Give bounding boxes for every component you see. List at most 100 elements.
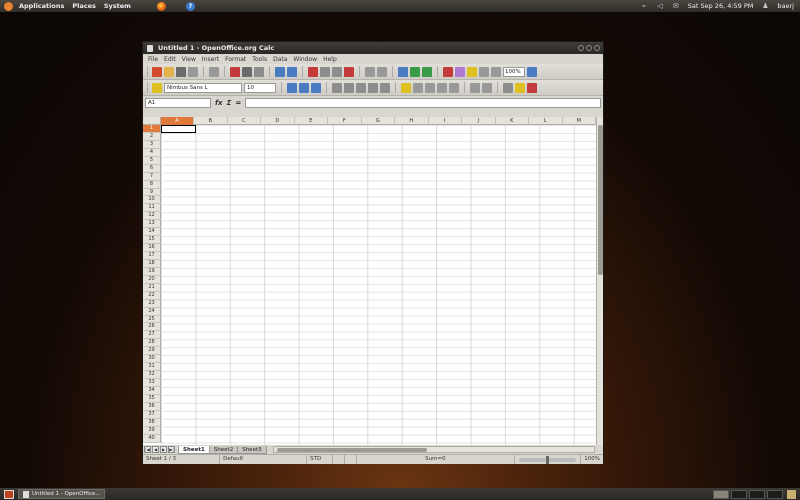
undo-icon[interactable] [365,66,375,77]
menu-file[interactable]: File [145,56,161,63]
row-header-5[interactable]: 5 [143,156,161,165]
row-header-1[interactable]: 1 [143,125,161,133]
last-sheet-button[interactable]: ▶| [168,446,175,453]
minimize-button[interactable] [578,45,584,51]
toolbar-grip[interactable] [147,82,150,93]
align-left-icon[interactable] [332,82,342,93]
system-menu[interactable]: System [100,2,135,10]
row-header-4[interactable]: 4 [143,148,161,157]
menu-insert[interactable]: Insert [199,56,222,63]
vertical-scroll-thumb[interactable] [598,125,603,275]
column-header-i[interactable]: I [429,117,463,125]
sheet-tab-1[interactable]: Sheet1 [178,445,210,454]
column-header-b[interactable]: B [194,117,228,125]
column-header-l[interactable]: L [529,117,563,125]
delete-decimal-icon[interactable] [449,82,459,93]
styles-formatting-icon[interactable] [152,82,162,93]
row-header-2[interactable]: 2 [143,132,161,141]
column-header-j[interactable]: J [462,117,496,125]
workspace-2[interactable] [731,489,747,499]
next-sheet-button[interactable]: ▶ [160,446,167,453]
insert-image-icon[interactable] [455,66,465,77]
standard-format-icon[interactable] [425,82,435,93]
workspace-4[interactable] [767,489,783,499]
sort-descending-icon[interactable] [422,66,432,77]
cell-area[interactable] [161,125,596,445]
row-header-38[interactable]: 38 [143,418,161,427]
menu-format[interactable]: Format [222,56,249,63]
help-icon[interactable]: ? [185,1,195,11]
help-button-icon[interactable] [527,66,537,77]
formula-input[interactable] [245,98,601,108]
insert-chart-icon[interactable] [443,66,453,77]
row-header-28[interactable]: 28 [143,339,161,348]
row-header-3[interactable]: 3 [143,140,161,149]
row-header-34[interactable]: 34 [143,386,161,395]
clone-formatting-icon[interactable] [344,66,354,77]
show-desktop-icon[interactable] [4,489,14,499]
row-header-37[interactable]: 37 [143,410,161,419]
row-header-8[interactable]: 8 [143,180,161,189]
menu-data[interactable]: Data [270,56,290,63]
show-draw-functions-icon[interactable] [467,66,477,77]
menu-window[interactable]: Window [290,56,320,63]
row-header-20[interactable]: 20 [143,275,161,284]
row-header-30[interactable]: 30 [143,355,161,364]
font-color-icon[interactable] [527,82,537,93]
ubuntu-logo-icon[interactable] [4,1,13,11]
row-header-17[interactable]: 17 [143,252,161,260]
autospellcheck-icon[interactable] [287,66,297,77]
row-header-29[interactable]: 29 [143,347,161,356]
row-header-26[interactable]: 26 [143,323,161,332]
row-header-14[interactable]: 14 [143,228,161,237]
row-header-36[interactable]: 36 [143,402,161,411]
row-header-13[interactable]: 13 [143,220,161,229]
edit-file-icon[interactable] [209,66,219,77]
column-header-f[interactable]: F [328,117,362,125]
row-header-39[interactable]: 39 [143,426,161,435]
row-header-33[interactable]: 33 [143,379,161,387]
zoom-select[interactable]: 100% [503,66,525,77]
row-header-7[interactable]: 7 [143,172,161,181]
sum-button[interactable]: Σ [227,99,232,107]
row-header-35[interactable]: 35 [143,394,161,403]
row-header-11[interactable]: 11 [143,204,161,213]
status-mode[interactable]: STD [307,455,333,464]
page-preview-icon[interactable] [254,66,264,77]
row-header-15[interactable]: 15 [143,236,161,245]
maximize-button[interactable] [586,45,592,51]
merge-cells-icon[interactable] [380,82,390,93]
row-header-32[interactable]: 32 [143,371,161,379]
row-header-9[interactable]: 9 [143,188,161,197]
sheet-tab-2[interactable]: Sheet2 [208,445,239,454]
paste-icon[interactable] [332,66,342,77]
workspace-3[interactable] [749,489,765,499]
sheet-tab-3[interactable]: Sheet3 [237,445,267,454]
horizontal-scroll-thumb[interactable] [276,448,427,452]
add-decimal-icon[interactable] [437,82,447,93]
row-header-6[interactable]: 6 [143,164,161,173]
italic-icon[interactable] [299,82,309,93]
increase-indent-icon[interactable] [482,82,492,93]
row-header-21[interactable]: 21 [143,283,161,292]
vertical-scrollbar[interactable] [596,117,603,445]
column-header-e[interactable]: E [295,117,329,125]
borders-icon[interactable] [503,82,513,93]
column-header-a[interactable]: A [160,117,195,125]
volume-icon[interactable]: ◁ [656,2,664,10]
font-size-select[interactable]: 10 [244,82,276,93]
gallery-icon[interactable] [491,66,501,77]
row-header-16[interactable]: 16 [143,244,161,252]
open-icon[interactable] [164,66,174,77]
clock[interactable]: Sat Sep 26, 4:59 PM [688,2,754,10]
row-header-24[interactable]: 24 [143,307,161,316]
zoom-slider-knob[interactable] [545,455,549,464]
align-right-icon[interactable] [356,82,366,93]
font-name-select[interactable]: Nimbus Sans L [164,82,242,93]
applications-menu[interactable]: Applications [15,2,68,10]
align-center-icon[interactable] [344,82,354,93]
name-box[interactable]: A1 [145,98,211,108]
prev-sheet-button[interactable]: ◀ [152,446,159,453]
taskbar-button-calc[interactable]: Untitled 1 - OpenOffice... [18,489,106,499]
network-icon[interactable]: ⌁ [640,2,648,10]
